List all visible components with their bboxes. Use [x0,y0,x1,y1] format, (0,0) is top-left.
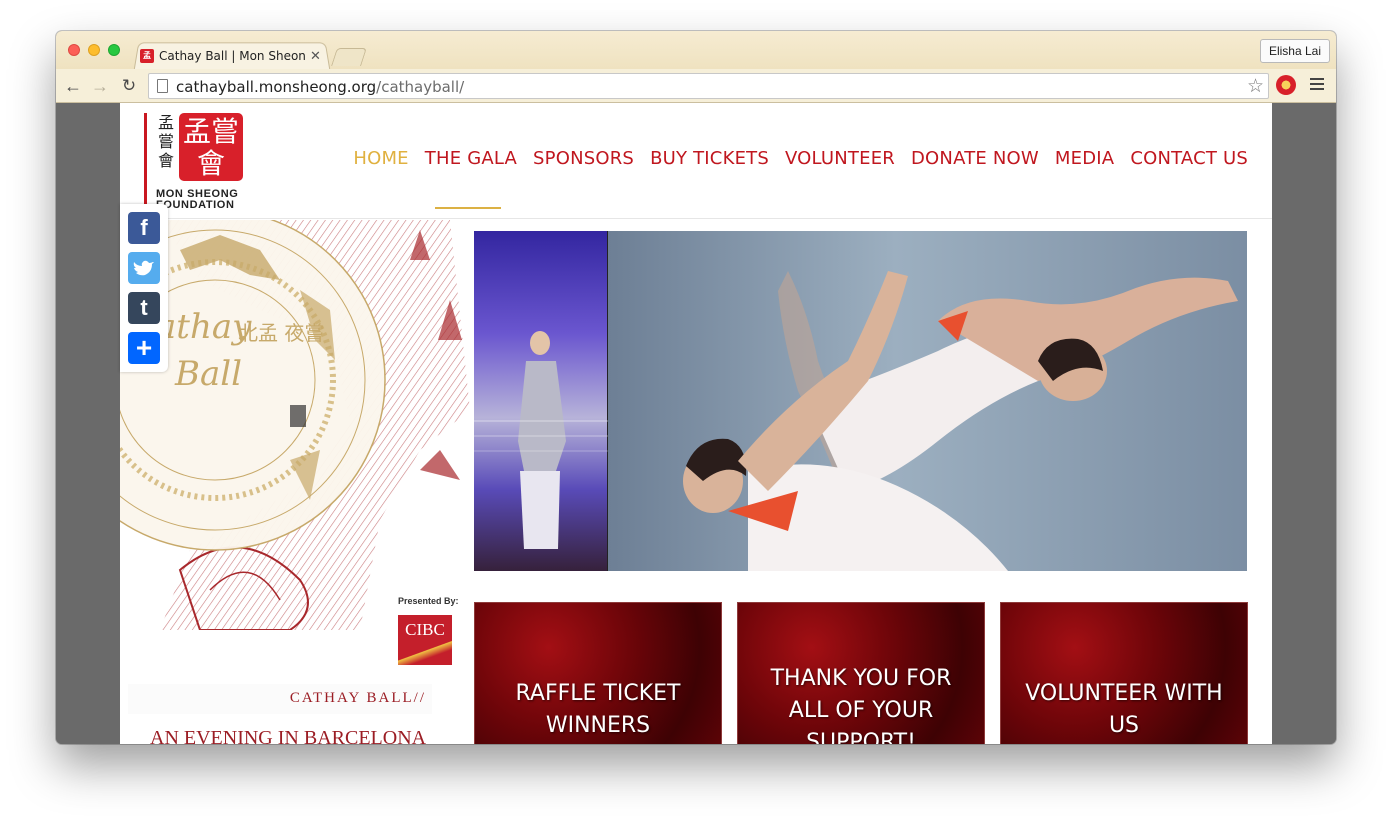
facebook-share-icon[interactable]: f [128,212,160,244]
site-header: 孟 嘗 會 孟嘗會 MON SHEONG FOUNDATION HOME THE… [120,103,1272,219]
art-seal [290,405,306,427]
window-close-button[interactable] [68,44,80,56]
nav-home[interactable]: HOME [353,148,408,169]
back-arrow-icon[interactable]: ← [62,75,84,97]
tile-label: RAFFLE TICKET WINNERS [515,681,681,738]
addtoany-share-icon[interactable]: + [128,332,160,364]
cathay-ball-label: CATHAY BALL// [128,684,432,714]
profile-button[interactable]: Elisha Lai [1259,39,1330,63]
logo-text-line: FOUNDATION [156,199,235,211]
twitter-share-icon[interactable] [128,252,160,284]
stage-performer-figure [474,331,608,549]
tumblr-share-icon[interactable]: t [128,292,160,324]
logo-char: 孟 [158,113,175,132]
nav-donate-now[interactable]: DONATE NOW [911,148,1039,169]
thank-you-tile[interactable]: THANK YOU FOR ALL OF YOUR SUPPORT! [737,602,985,744]
page-viewport: 孟 嘗 會 孟嘗會 MON SHEONG FOUNDATION HOME THE… [56,103,1336,744]
raffle-winners-tile[interactable]: RAFFLE TICKET WINNERS [474,602,722,744]
tab-bar: 孟 Cathay Ball | Mon Sheong F ✕ Elisha La… [56,31,1336,71]
extension-icon[interactable] [1276,75,1296,95]
mon-sheong-logo[interactable]: 孟 嘗 會 孟嘗會 MON SHEONG FOUNDATION [144,113,256,211]
nav-sponsors[interactable]: SPONSORS [533,148,634,169]
nav-buy-tickets[interactable]: BUY TICKETS [650,148,769,169]
browser-toolbar: ← → ↻ cathayball.monsheong.org/cathaybal… [56,69,1336,103]
volunteer-tile[interactable]: VOLUNTEER WITH US [1000,602,1248,744]
logo-chinese-text: 北孟 夜嘗 [238,321,324,345]
address-bar[interactable]: cathayball.monsheong.org/cathayball/ ☆ [148,73,1269,99]
logo-bar [144,113,147,209]
new-tab-button[interactable] [331,48,367,66]
url-host: cathayball.monsheong.org [176,78,377,96]
web-page: 孟 嘗 會 孟嘗會 MON SHEONG FOUNDATION HOME THE… [120,103,1272,744]
logo-chinese-characters: 孟 嘗 會 [158,113,174,170]
reload-icon[interactable]: ↻ [118,75,140,97]
dancers-figure [683,271,1238,571]
bookmark-star-icon[interactable]: ☆ [1247,75,1264,98]
tab-title: Cathay Ball | Mon Sheong F [159,49,305,63]
tile-label: THANK YOU FOR ALL OF YOUR SUPPORT! [770,666,952,744]
nav-the-gala[interactable]: THE GALA [425,148,517,169]
nav-contact-us[interactable]: CONTACT US [1130,148,1248,169]
cathay-ball-art-svg: Cathay Ball 北孟 夜嘗 [120,220,470,630]
logo-seal: 孟嘗會 [179,113,243,181]
logo-char: 會 [158,151,175,170]
hero-image [474,231,1247,571]
tab-close-icon[interactable]: ✕ [310,48,321,64]
browser-window: 孟 Cathay Ball | Mon Sheong F ✕ Elisha La… [56,31,1336,744]
evening-title: AN EVENING IN BARCELONA [150,727,427,744]
presented-by-label: Presented By: [398,596,459,606]
hero-stage-photo [474,231,608,571]
cathay-ball-artwork: Cathay Ball 北孟 夜嘗 [120,220,472,630]
active-nav-underline [435,207,501,209]
logo-char: 嘗 [158,132,175,151]
window-maximize-button[interactable] [108,44,120,56]
window-minimize-button[interactable] [88,44,100,56]
twitter-bird-icon [133,260,154,276]
forward-arrow-icon[interactable]: → [89,75,111,97]
page-icon [157,79,168,93]
main-nav: HOME THE GALA SPONSORS BUY TICKETS VOLUN… [353,148,1248,169]
nav-volunteer[interactable]: VOLUNTEER [785,148,895,169]
nav-media[interactable]: MEDIA [1055,148,1114,169]
url-path: /cathayball/ [376,78,465,96]
hero-dancers-photo [608,231,1247,571]
feature-tiles: RAFFLE TICKET WINNERS THANK YOU FOR ALL … [474,602,1248,744]
browser-menu-icon[interactable] [1310,78,1324,90]
favicon-icon: 孟 [140,49,154,63]
url-text[interactable]: cathayball.monsheong.org/cathayball/ [176,78,464,96]
ball-script: Ball [174,354,242,394]
social-share-bar: f t + [120,204,168,372]
tile-label: VOLUNTEER WITH US [1025,681,1223,738]
cibc-logo[interactable]: CIBC [398,615,452,665]
tab-content: 孟 Cathay Ball | Mon Sheong F ✕ [140,45,326,67]
logo-text: MON SHEONG FOUNDATION [156,189,256,211]
